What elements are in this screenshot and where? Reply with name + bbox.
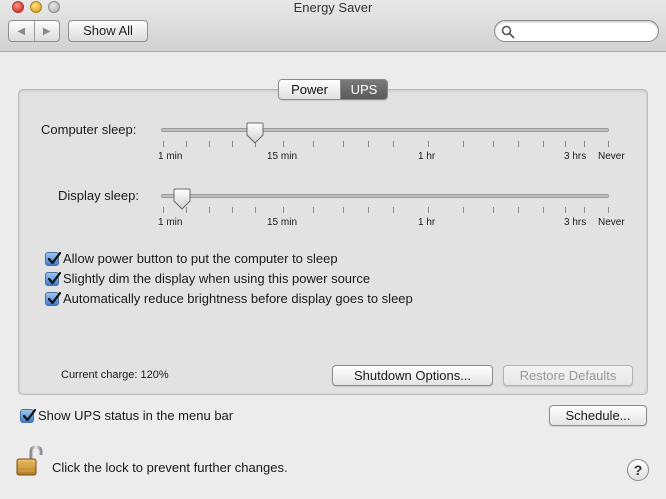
tick-label-1-hr: 1 hr	[418, 217, 436, 228]
search-field[interactable]	[494, 20, 659, 42]
tick-label-1-hr: 1 hr	[418, 151, 436, 162]
back-forward-control: ◀ ▶	[8, 20, 60, 42]
checkbox-label: Allow power button to put the computer t…	[63, 251, 338, 266]
show-all-button[interactable]: Show All	[68, 20, 148, 42]
toolbar: Energy Saver ◀ ▶ Show All	[0, 0, 666, 52]
tick-label-1-min: 1 min	[158, 151, 183, 162]
checkmark-icon	[45, 291, 62, 306]
tick-label-never: Never	[598, 217, 625, 228]
computer-sleep-ticks	[163, 141, 609, 149]
schedule-button[interactable]: Schedule...	[549, 405, 647, 426]
dim-display-checkbox[interactable]: Slightly dim the display when using this…	[45, 271, 370, 286]
display-sleep-slider-knob[interactable]	[173, 188, 191, 210]
tick-label-never: Never	[598, 151, 625, 162]
display-sleep-label: Display sleep:	[58, 188, 139, 203]
allow-power-button-checkbox[interactable]: Allow power button to put the computer t…	[45, 251, 338, 266]
tick-label-3-hrs: 3 hrs	[564, 151, 587, 162]
back-arrow-icon[interactable]: ◀	[9, 21, 35, 41]
computer-sleep-label: Computer sleep:	[41, 122, 137, 137]
reduce-brightness-checkbox[interactable]: Automatically reduce brightness before d…	[45, 291, 413, 306]
help-button[interactable]: ?	[627, 459, 649, 481]
tab-power[interactable]: Power	[279, 80, 341, 99]
restore-defaults-button[interactable]: Restore Defaults	[503, 365, 633, 386]
checkmark-icon	[45, 251, 62, 266]
lock-message: Click the lock to prevent further change…	[52, 460, 288, 475]
tick-label-15-min: 15 min	[267, 217, 298, 228]
tick-label-3-hrs: 3 hrs	[564, 217, 587, 228]
tick-label-1-min: 1 min	[158, 217, 183, 228]
shutdown-options-button[interactable]: Shutdown Options...	[332, 365, 493, 386]
checkbox-label: Automatically reduce brightness before d…	[63, 291, 413, 306]
power-source-tabs: Power UPS	[278, 79, 388, 100]
search-input[interactable]	[517, 23, 652, 39]
search-icon	[501, 25, 515, 39]
display-sleep-ticks	[163, 207, 609, 215]
computer-sleep-slider[interactable]	[161, 128, 609, 132]
show-ups-status-checkbox[interactable]: Show UPS status in the menu bar	[20, 408, 233, 423]
checkmark-icon	[20, 408, 37, 423]
window-title: Energy Saver	[293, 0, 373, 15]
unlocked-padlock-icon[interactable]	[15, 445, 45, 479]
current-charge-text: Current charge: 120%	[61, 369, 169, 381]
tick-label-15-min: 15 min	[267, 151, 298, 162]
checkmark-icon	[45, 271, 62, 286]
computer-sleep-slider-knob[interactable]	[246, 122, 264, 144]
forward-arrow-icon[interactable]: ▶	[35, 21, 60, 41]
checkbox-label: Show UPS status in the menu bar	[38, 408, 234, 423]
display-sleep-slider[interactable]	[161, 194, 609, 198]
checkbox-label: Slightly dim the display when using this…	[63, 271, 371, 286]
tab-ups[interactable]: UPS	[341, 80, 387, 99]
